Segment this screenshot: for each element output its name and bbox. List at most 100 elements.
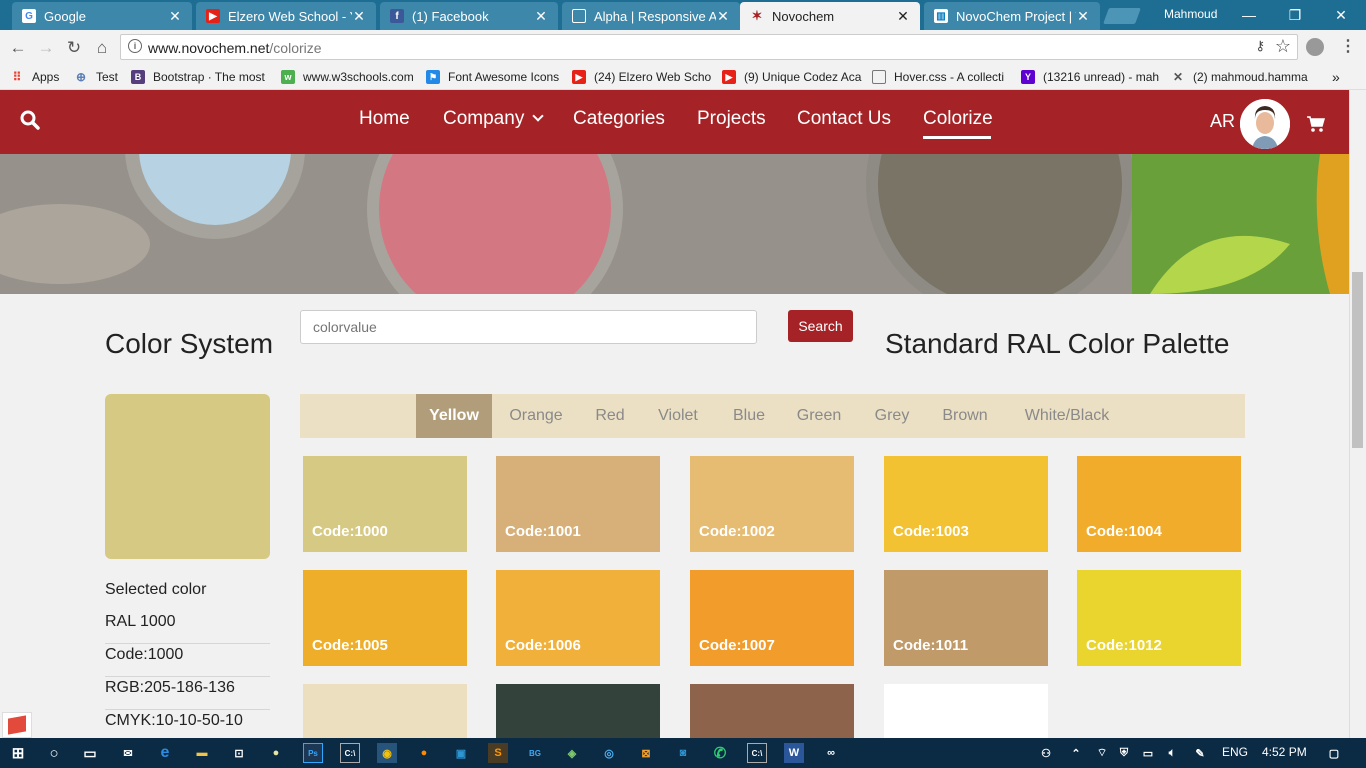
tab-violet[interactable]: Violet xyxy=(648,394,708,438)
search-button[interactable]: Search xyxy=(788,310,853,342)
scrollbar-thumb[interactable] xyxy=(1352,272,1363,448)
home-icon[interactable]: ⌂ xyxy=(91,37,113,59)
close-icon[interactable]: ✕ xyxy=(168,8,182,25)
color-search-input[interactable] xyxy=(300,310,757,344)
bookmark-mahmoud[interactable]: ✕ (2) mahmoud.hamma xyxy=(1171,68,1311,86)
xampp-icon[interactable]: ⊠ xyxy=(636,743,656,763)
forward-icon[interactable]: → xyxy=(35,37,57,59)
cart-icon[interactable] xyxy=(1306,115,1326,133)
app-icon[interactable]: ◈ xyxy=(562,743,582,763)
back-icon[interactable]: ← xyxy=(7,37,29,59)
nav-projects[interactable]: Projects xyxy=(697,108,766,130)
color-tile[interactable]: Code:1002 xyxy=(690,456,854,552)
browser-profile-name[interactable]: Mahmoud xyxy=(1164,7,1217,21)
minimize-icon[interactable]: — xyxy=(1226,0,1272,30)
tab-brown[interactable]: Brown xyxy=(932,394,998,438)
whatsapp-icon[interactable]: ✆ xyxy=(710,743,730,763)
tab-trello[interactable]: ▥ NovoChem Project | Tr ✕ xyxy=(924,2,1100,30)
firefox-icon[interactable]: ● xyxy=(414,743,434,763)
nav-categories[interactable]: Categories xyxy=(573,108,665,130)
mail-icon[interactable]: ✉ xyxy=(118,743,138,763)
address-bar[interactable]: i www.novochem.net/colorize ⚷ ☆ xyxy=(120,34,1298,60)
people-icon[interactable]: ⚇ xyxy=(1036,743,1056,763)
photoshop-icon[interactable]: Ps xyxy=(303,743,323,763)
close-icon[interactable]: ✕ xyxy=(716,8,730,25)
app-icon[interactable]: ▣ xyxy=(451,743,471,763)
color-tile[interactable]: Code:1001 xyxy=(496,456,660,552)
bookmark-test[interactable]: ⊕ Test xyxy=(74,68,122,86)
windows-start-icon[interactable]: ⊞ xyxy=(8,743,28,763)
bookmark-w3schools[interactable]: w www.w3schools.com xyxy=(281,68,417,86)
network-icon[interactable]: ⌔ xyxy=(1092,743,1112,763)
chat-widget[interactable] xyxy=(2,712,32,738)
tab-green[interactable]: Green xyxy=(788,394,850,438)
tab-blue[interactable]: Blue xyxy=(722,394,776,438)
battery-icon[interactable]: ▭ xyxy=(1138,743,1158,763)
tab-yellow[interactable]: Yellow xyxy=(416,394,492,438)
close-icon[interactable]: ✕ xyxy=(896,8,910,25)
extension-icon[interactable] xyxy=(1306,38,1324,56)
reload-icon[interactable]: ↻ xyxy=(63,37,85,59)
restore-icon[interactable]: ❐ xyxy=(1272,0,1318,30)
bookmark-apps[interactable]: ⠿ Apps xyxy=(10,68,70,86)
cortana-icon[interactable]: ○ xyxy=(44,743,64,763)
tab-facebook[interactable]: f (1) Facebook ✕ xyxy=(380,2,558,30)
taskbar-clock[interactable]: 4:52 PM xyxy=(1262,745,1307,759)
tab-orange[interactable]: Orange xyxy=(500,394,572,438)
file-explorer-icon[interactable]: ▬ xyxy=(192,743,212,763)
bookmark-fontawesome[interactable]: ⚑ Font Awesome Icons xyxy=(426,68,564,86)
menu-icon[interactable]: ⋮ xyxy=(1340,36,1356,56)
bookmark-bootstrap[interactable]: B Bootstrap · The most xyxy=(131,68,267,86)
language-switch[interactable]: AR xyxy=(1210,111,1235,132)
cmd-icon[interactable]: C:\ xyxy=(747,743,767,763)
security-icon[interactable]: ⛨ xyxy=(1114,743,1134,763)
close-window-icon[interactable]: ✕ xyxy=(1318,0,1364,30)
chevron-up-icon[interactable]: ⌃ xyxy=(1066,743,1086,763)
notifications-icon[interactable]: ▢ xyxy=(1324,743,1344,763)
tab-elzero[interactable]: ▶ Elzero Web School - Yo ✕ xyxy=(196,2,376,30)
avatar[interactable] xyxy=(1240,99,1290,149)
color-tile[interactable]: Code:1012 xyxy=(1077,570,1241,666)
input-language[interactable]: ENG xyxy=(1222,745,1248,759)
word-icon[interactable]: W xyxy=(784,743,804,763)
star-icon[interactable]: ☆ xyxy=(1275,36,1291,57)
app-icon[interactable]: ◎ xyxy=(599,743,619,763)
nav-home[interactable]: Home xyxy=(359,108,410,130)
nav-contact-us[interactable]: Contact Us xyxy=(797,108,891,130)
app-icon[interactable]: BG xyxy=(525,743,545,763)
task-view-icon[interactable]: ▭ xyxy=(80,743,100,763)
bookmark-elzero[interactable]: ▶ (24) Elzero Web Scho xyxy=(572,68,712,86)
edge-icon[interactable]: e xyxy=(155,743,175,763)
nav-company[interactable]: Company xyxy=(443,108,544,130)
bookmark-yahoo-mail[interactable]: Y (13216 unread) - mah xyxy=(1021,68,1159,86)
sublime-icon[interactable]: S xyxy=(488,743,508,763)
color-tile[interactable]: Code:1006 xyxy=(496,570,660,666)
color-tile[interactable]: Code:1007 xyxy=(690,570,854,666)
nav-colorize[interactable]: Colorize xyxy=(923,108,993,130)
app-icon[interactable]: ◙ xyxy=(673,743,693,763)
key-icon[interactable]: ⚷ xyxy=(1255,38,1265,54)
chrome-icon[interactable]: ◉ xyxy=(377,743,397,763)
tab-grey[interactable]: Grey xyxy=(866,394,918,438)
bookmarks-more-icon[interactable]: » xyxy=(1332,68,1346,86)
close-icon[interactable]: ✕ xyxy=(534,8,548,25)
new-tab-button[interactable] xyxy=(1103,8,1141,24)
tab-white-black[interactable]: White/Black xyxy=(1012,394,1122,438)
color-tile[interactable]: Code:1011 xyxy=(884,570,1048,666)
color-tile[interactable]: Code:1003 xyxy=(884,456,1048,552)
tab-alpha[interactable]: Alpha | Responsive Ad ✕ xyxy=(562,2,740,30)
color-tile[interactable] xyxy=(690,684,854,738)
color-tile[interactable]: Code:1000 xyxy=(303,456,467,552)
tab-novochem[interactable]: ✶ Novochem ✕ xyxy=(740,2,920,30)
search-icon[interactable] xyxy=(20,110,40,130)
bookmark-unique-codez[interactable]: ▶ (9) Unique Codez Aca xyxy=(722,68,862,86)
app-icon[interactable]: ∞ xyxy=(821,743,841,763)
volume-icon[interactable]: 🔈︎ xyxy=(1162,743,1182,763)
bookmark-hover-css[interactable]: Hover.css - A collecti xyxy=(872,68,1012,86)
pen-icon[interactable]: ✎ xyxy=(1190,743,1210,763)
tab-google[interactable]: G Google ✕ xyxy=(12,2,192,30)
cmd-icon[interactable]: C:\ xyxy=(340,743,360,763)
color-tile[interactable] xyxy=(303,684,467,738)
color-tile[interactable] xyxy=(884,684,1048,738)
tab-red[interactable]: Red xyxy=(586,394,634,438)
